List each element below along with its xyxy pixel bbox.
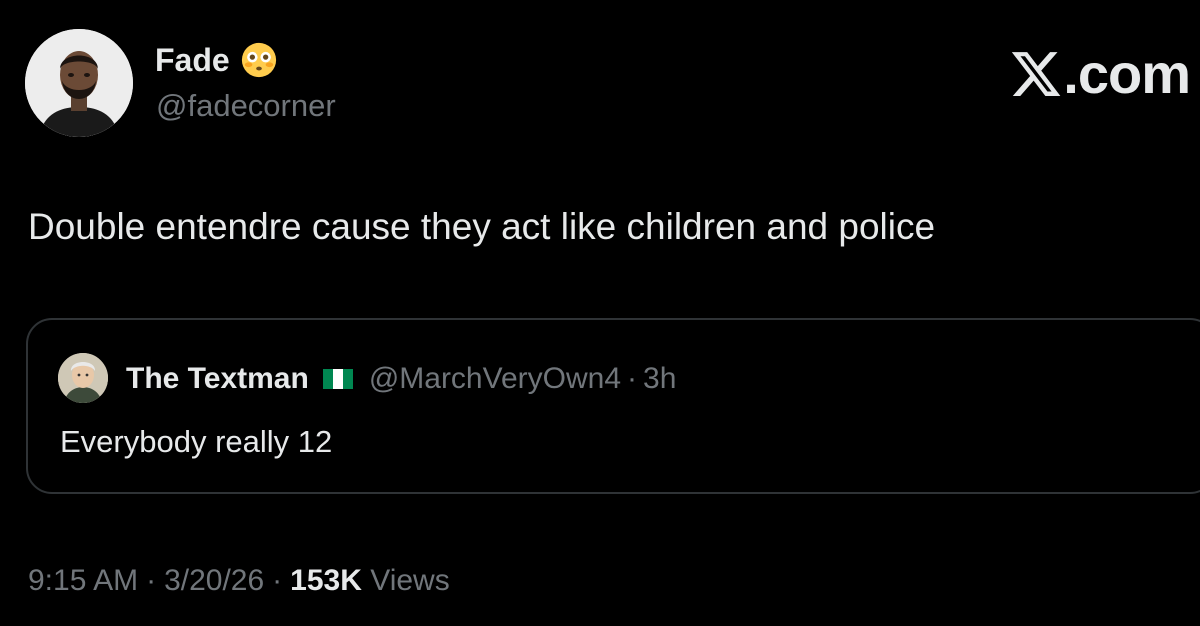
quote-display-name[interactable]: The Textman [126, 360, 309, 398]
tweet-date[interactable]: 3/20/26 [164, 564, 264, 597]
quote-text: Everybody really 12 [60, 424, 333, 459]
quote-author-avatar-image [58, 353, 108, 403]
quote-header: The Textman @MarchVeryOwn4 · 3h [126, 360, 676, 398]
tweet-text: Double entendre cause they act like chil… [28, 206, 936, 247]
views-count: 153K [290, 564, 362, 597]
author-handle[interactable]: @fadecorner [156, 86, 336, 126]
author-name-row: Fade [155, 40, 278, 80]
nigeria-flag-icon [322, 369, 353, 389]
tweet-meta: 9:15 AM · 3/20/26 · 153K Views [28, 561, 450, 601]
meta-separator: · [272, 564, 283, 597]
author-avatar-image [25, 29, 133, 137]
brand-text: .com [1063, 42, 1191, 105]
author-avatar[interactable] [25, 29, 133, 137]
quote-timestamp[interactable]: 3h [643, 360, 676, 398]
quote-handle[interactable]: @MarchVeryOwn4 [369, 360, 621, 398]
tweet-time[interactable]: 9:15 AM [28, 564, 138, 597]
views-label: Views [370, 564, 450, 597]
quote-author-avatar[interactable] [58, 353, 108, 403]
quote-tweet-card[interactable]: The Textman @MarchVeryOwn4 · 3h Everybod… [26, 318, 1200, 494]
author-display-name[interactable]: Fade [155, 40, 230, 80]
brand-watermark: .com [1009, 42, 1191, 105]
x-logo-icon [1012, 52, 1061, 96]
flushed-face-emoji-icon [241, 42, 276, 78]
quote-separator: · [627, 362, 638, 395]
meta-separator: · [146, 564, 157, 597]
